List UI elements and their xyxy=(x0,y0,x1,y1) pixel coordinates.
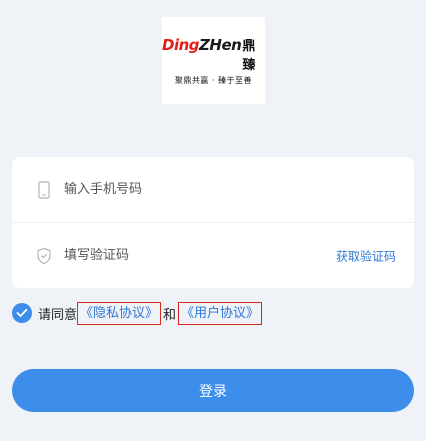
agreement-and: 和 xyxy=(163,307,177,323)
agree-checkbox[interactable] xyxy=(12,303,32,323)
login-button[interactable]: 登录 xyxy=(12,369,414,412)
shield-icon xyxy=(37,247,51,264)
logo-wordmark: DingZHen xyxy=(162,36,242,54)
logo-chinese-name: 鼎臻 xyxy=(242,39,256,73)
get-code-button[interactable]: 获取验证码 xyxy=(336,247,396,264)
phone-input[interactable] xyxy=(62,176,316,203)
privacy-agreement-link[interactable]: 《隐私协议》 xyxy=(77,301,162,325)
code-row: 获取验证码 xyxy=(12,223,414,288)
user-agreement-link[interactable]: 《用户协议》 xyxy=(178,301,263,325)
checkmark-icon xyxy=(16,308,28,317)
brand-logo: DingZHen 鼎臻 聚鼎共赢 · 臻于至善 xyxy=(162,17,265,104)
agreement-row: 请同意 《隐私协议》 和 《用户协议》 xyxy=(12,299,263,327)
logo-word-dark: ZHen xyxy=(199,36,242,54)
phone-row xyxy=(12,157,414,222)
login-form-card: 获取验证码 xyxy=(12,157,414,288)
verification-code-input[interactable] xyxy=(62,242,316,269)
logo-slogan: 聚鼎共赢 · 臻于至善 xyxy=(174,76,253,85)
agreement-prefix: 请同意 xyxy=(38,307,78,323)
phone-icon xyxy=(38,180,50,199)
logo-mark: DingZHen 鼎臻 xyxy=(162,35,265,73)
logo-word-red: Ding xyxy=(162,36,200,54)
